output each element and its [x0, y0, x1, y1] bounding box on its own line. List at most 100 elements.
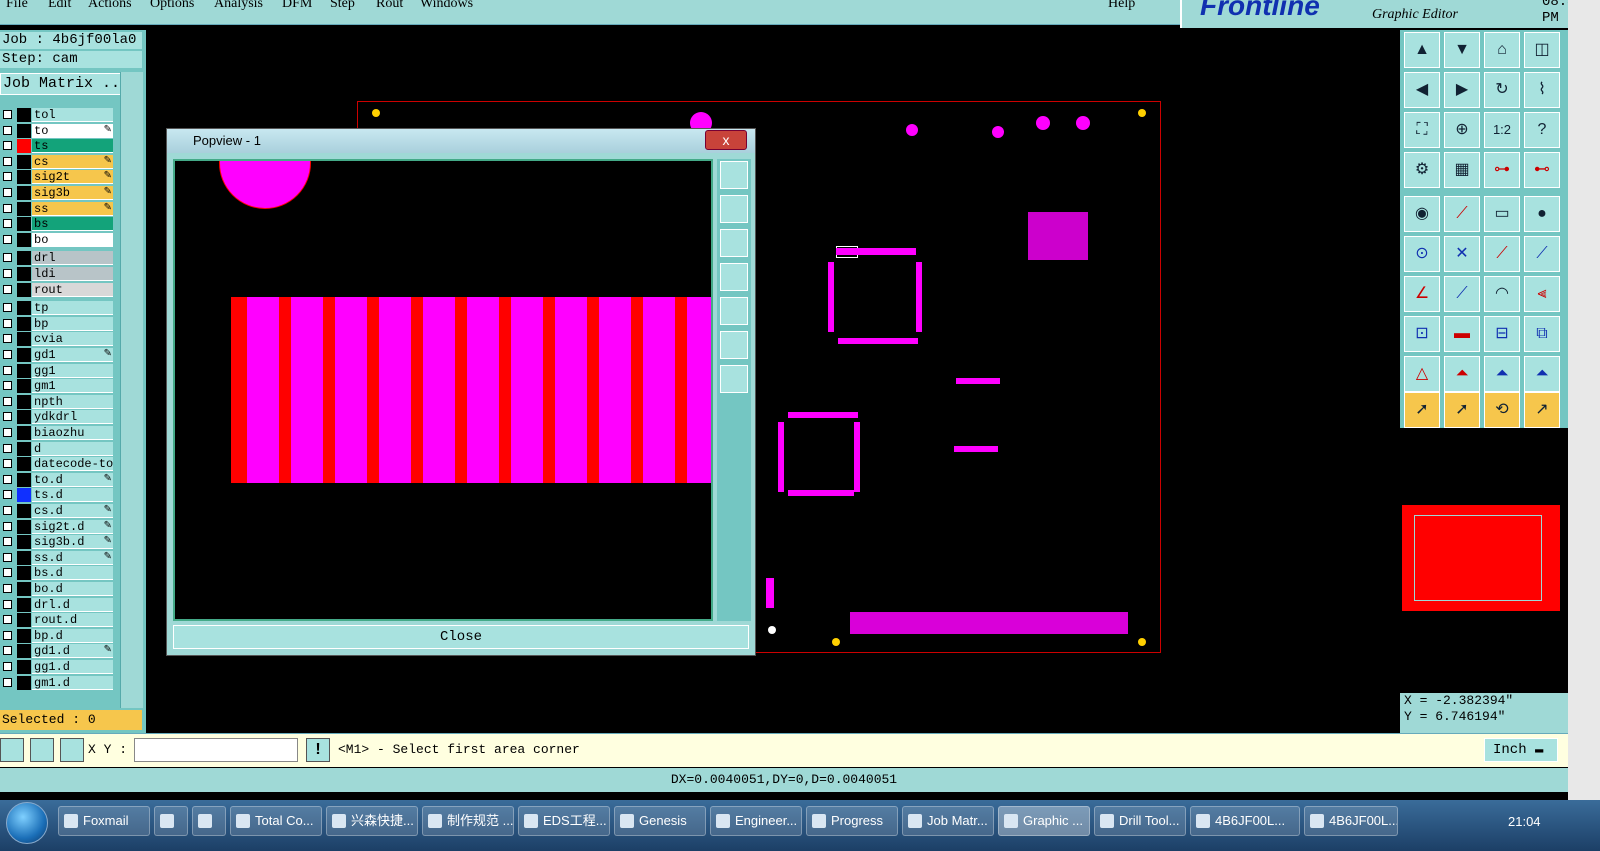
pan-down-icon[interactable]: ▼	[1444, 32, 1480, 68]
menu-dfm[interactable]: DFM	[282, 0, 312, 12]
pan-right-icon[interactable]: ▶	[1444, 72, 1480, 108]
layer-name[interactable]: bp.d	[32, 628, 113, 643]
layer-row[interactable]: bs.d	[0, 566, 116, 581]
layer-row[interactable]: drl	[0, 251, 116, 266]
layer-checkbox[interactable]	[3, 646, 12, 656]
layer-row[interactable]: ts	[0, 139, 116, 154]
layer-name[interactable]: ts	[32, 139, 113, 154]
layer-checkbox[interactable]	[3, 318, 12, 328]
layer-checkbox[interactable]	[3, 219, 12, 229]
layer-checkbox[interactable]	[3, 630, 12, 640]
layer-row[interactable]: sig3b ✎	[0, 186, 116, 200]
layer-name[interactable]: rout.d	[32, 613, 113, 628]
menu-file[interactable]: File	[6, 0, 28, 12]
taskbar-item[interactable]: 制作规范 ...	[422, 806, 514, 836]
layer-row[interactable]: gm1	[0, 379, 116, 394]
pan-up-icon[interactable]: ▲	[1404, 32, 1440, 68]
layer-row[interactable]: ldi	[0, 267, 116, 281]
layer-name[interactable]: cs	[32, 154, 113, 169]
layer-name[interactable]: gm1.d	[32, 675, 113, 690]
layer-checkbox[interactable]	[3, 584, 12, 593]
layer-name[interactable]: ss	[32, 201, 113, 216]
pan-down-icon[interactable]	[720, 229, 748, 257]
select-path-icon[interactable]: ↗	[1524, 392, 1560, 428]
grid-mode-icon[interactable]	[60, 738, 84, 762]
layer-checkbox[interactable]	[3, 615, 12, 625]
taskbar-item[interactable]: Engineer...	[710, 806, 802, 836]
layer-name[interactable]: ydkdrl	[32, 410, 113, 425]
snap-icon[interactable]: ⌇	[1524, 72, 1560, 108]
help-icon[interactable]: ?	[1524, 112, 1560, 148]
layer-row[interactable]: to.d ✎	[0, 472, 116, 487]
layer-name[interactable]: cvia	[32, 332, 113, 347]
angle-mode-icon[interactable]	[30, 738, 54, 762]
layer-name[interactable]: biaozhu	[32, 426, 113, 440]
taskbar-item[interactable]: Drill Tool...	[1094, 806, 1186, 836]
layer-checkbox[interactable]	[3, 284, 12, 294]
layer-row[interactable]: d	[0, 441, 116, 456]
layer-scrollbar[interactable]	[120, 72, 143, 708]
angle-icon[interactable]: ∠	[1404, 276, 1440, 312]
layer-row[interactable]: to ✎	[0, 123, 116, 138]
layer-row[interactable]: ts.d	[0, 488, 116, 503]
grid-icon[interactable]: ▦	[1444, 152, 1480, 188]
layer-checkbox[interactable]	[3, 234, 12, 244]
layer-row[interactable]: sig2t.d ✎	[0, 519, 116, 534]
taskbar-item[interactable]	[192, 806, 226, 836]
zoom-in-icon[interactable]: ⊕	[1444, 112, 1480, 148]
layer-name[interactable]: sig2t	[32, 170, 113, 185]
split-view-icon[interactable]: ◫	[1524, 32, 1560, 68]
menu-help[interactable]: Help	[1108, 0, 1135, 12]
slash-icon[interactable]: ⟋	[1444, 276, 1480, 312]
layer-name[interactable]: tol	[32, 108, 113, 122]
layer-name[interactable]: sig3b	[32, 186, 113, 200]
layer-row[interactable]: datecode-to	[0, 457, 116, 472]
taskbar-item[interactable]: Total Co...	[230, 806, 322, 836]
layer-checkbox[interactable]	[3, 396, 12, 406]
layer-name[interactable]: bp	[32, 316, 113, 331]
select-alt-icon[interactable]: ➚	[1444, 392, 1480, 428]
measure-alt-icon[interactable]: ⊷	[1524, 152, 1560, 188]
layer-checkbox[interactable]	[3, 599, 12, 609]
ratio-icon[interactable]: 1:2	[1484, 112, 1520, 148]
layer-name[interactable]: tp	[32, 301, 113, 316]
zoom-window-icon[interactable]	[720, 161, 748, 189]
layer-checkbox[interactable]	[3, 662, 12, 671]
pan-left-icon[interactable]	[720, 263, 748, 291]
layer-name[interactable]: ss.d	[32, 550, 113, 565]
layer-checkbox[interactable]	[3, 459, 12, 469]
layer-name[interactable]: bo.d	[32, 582, 113, 596]
layer-name[interactable]: gm1	[32, 379, 113, 394]
triangle-blue-alt-icon[interactable]: ⏶	[1524, 356, 1560, 392]
layer-name[interactable]: sig3b.d	[32, 535, 113, 550]
layer-name[interactable]: to	[32, 123, 113, 138]
execute-button[interactable]: !	[306, 738, 330, 762]
triangle-blue-icon[interactable]: ⏶	[1484, 356, 1520, 392]
dash-icon[interactable]: ▬	[1444, 316, 1480, 352]
layer-row[interactable]: ss.d ✎	[0, 550, 116, 565]
layer-name[interactable]: rout	[32, 282, 113, 297]
taskbar-item[interactable]: 4B6JF00L...	[1304, 806, 1398, 836]
layer-row[interactable]: drl.d	[0, 597, 116, 612]
layer-name[interactable]: bs	[32, 217, 113, 232]
window-scrollbar[interactable]	[1568, 0, 1600, 800]
popview-titlebar[interactable]: Popview - 1 x	[167, 129, 755, 153]
layer-row[interactable]: tol	[0, 108, 116, 122]
layer-checkbox[interactable]	[3, 303, 12, 313]
layer-checkbox[interactable]	[3, 428, 12, 437]
layer-row[interactable]: rout	[0, 282, 116, 297]
zoom-fit-icon[interactable]	[720, 365, 748, 393]
layer-name[interactable]: ldi	[32, 267, 113, 281]
taskbar-item[interactable]: Foxmail	[58, 806, 150, 836]
layer-checkbox[interactable]	[3, 172, 12, 182]
taskbar-item[interactable]: Progress	[806, 806, 898, 836]
start-button[interactable]	[6, 802, 48, 844]
layer-row[interactable]: ydkdrl	[0, 410, 116, 425]
taskbar-item[interactable]: Job Matr...	[902, 806, 994, 836]
xy-input[interactable]	[134, 738, 298, 762]
menu-step[interactable]: Step	[330, 0, 355, 12]
redraw-icon[interactable]: ↻	[1484, 72, 1520, 108]
layer-row[interactable]: gm1.d	[0, 675, 116, 690]
triangle-icon[interactable]: △	[1404, 356, 1440, 392]
layer-checkbox[interactable]	[3, 568, 12, 578]
